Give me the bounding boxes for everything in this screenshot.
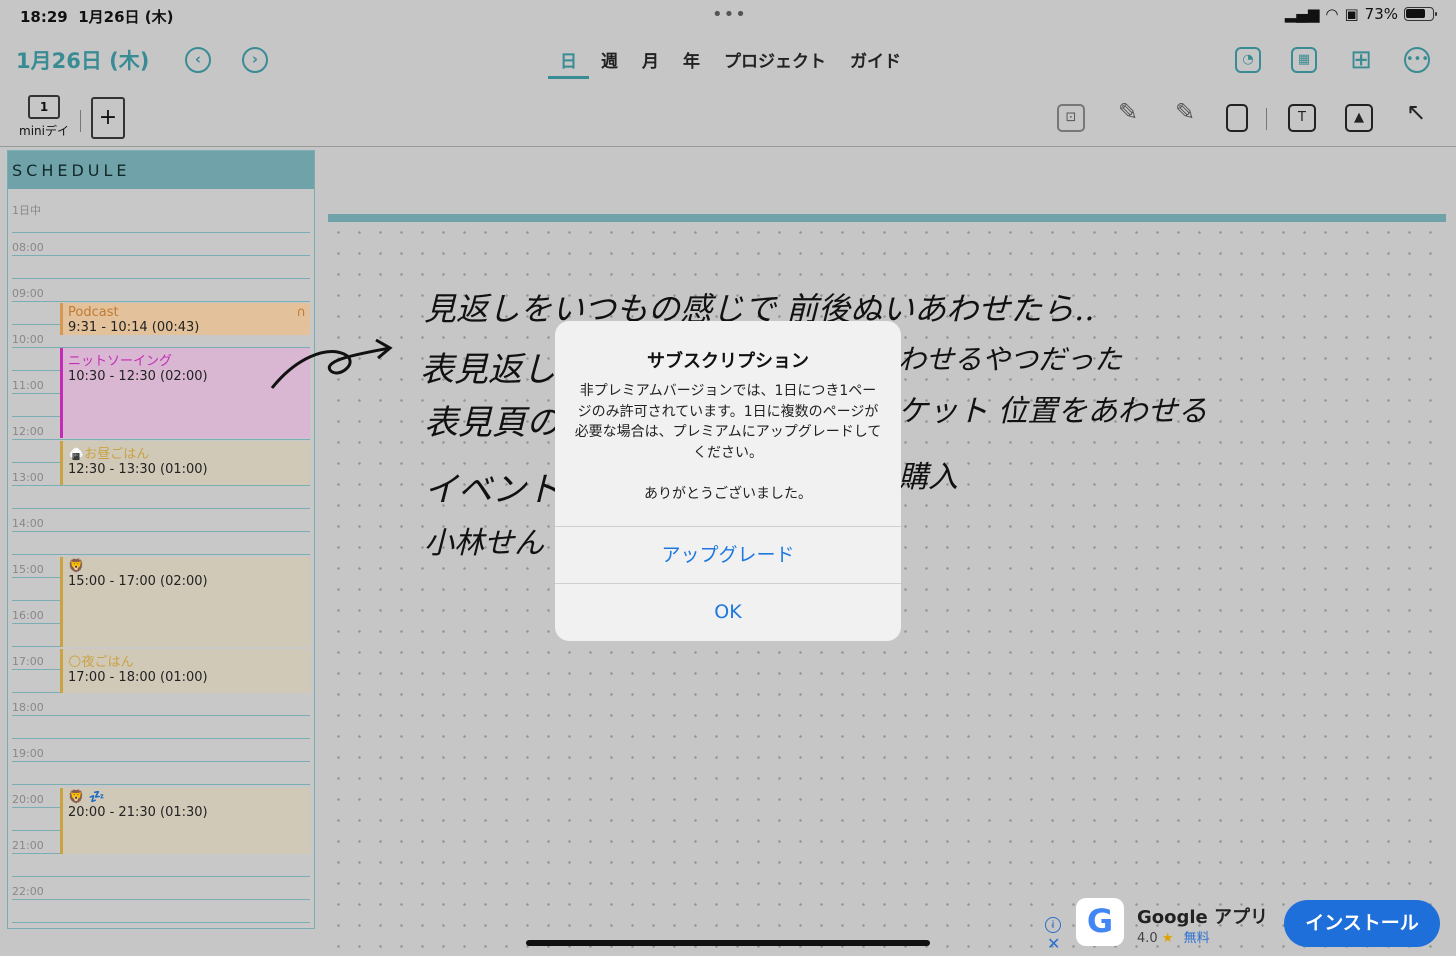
- google-app-logo[interactable]: G: [1076, 898, 1124, 946]
- ad-rating: 4.0 ★ 無料: [1137, 927, 1210, 946]
- ad-close-icon[interactable]: ✕: [1047, 934, 1060, 953]
- upgrade-button[interactable]: アップグレード: [555, 526, 901, 583]
- dialog-title: サブスクリプション: [647, 351, 809, 372]
- ok-button[interactable]: OK: [555, 583, 901, 640]
- price-label: 無料: [1183, 931, 1210, 946]
- ad-app-name: Google アプリ: [1137, 907, 1269, 928]
- star-icon: ★: [1161, 931, 1174, 946]
- subscription-dialog: サブスクリプション 非プレミアムバージョンでは、1日につき1ページのみ許可されて…: [555, 321, 901, 641]
- ad-info-icon[interactable]: i: [1045, 917, 1061, 933]
- install-button[interactable]: インストール: [1284, 900, 1440, 947]
- dialog-message: 非プレミアムバージョンでは、1日につき1ページのみ許可されています。1日に複数の…: [574, 383, 882, 461]
- home-indicator[interactable]: [526, 940, 930, 946]
- rating-value: 4.0: [1137, 931, 1158, 946]
- dialog-thanks: ありがとうございました。: [644, 486, 812, 502]
